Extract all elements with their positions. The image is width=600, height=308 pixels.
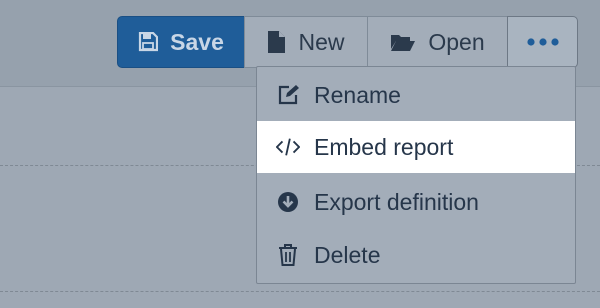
download-circle-icon bbox=[276, 191, 300, 213]
trash-icon bbox=[276, 244, 300, 266]
new-button[interactable]: New bbox=[244, 16, 368, 68]
more-options-menu: Rename Embed report Export definition De… bbox=[256, 66, 576, 284]
menu-item-label: Embed report bbox=[314, 133, 454, 160]
menu-item-delete[interactable]: Delete bbox=[257, 229, 575, 281]
ellipsis-icon bbox=[526, 38, 559, 46]
save-icon bbox=[138, 32, 159, 52]
save-button[interactable]: Save bbox=[117, 16, 245, 68]
more-options-button[interactable] bbox=[507, 16, 578, 68]
menu-item-label: Delete bbox=[314, 241, 381, 268]
new-file-icon bbox=[267, 30, 286, 54]
open-button[interactable]: Open bbox=[367, 16, 508, 68]
menu-item-embed-report[interactable]: Embed report bbox=[257, 121, 575, 173]
code-icon bbox=[276, 137, 300, 157]
menu-item-label: Rename bbox=[314, 81, 401, 108]
report-toolbar: Save New Open bbox=[117, 16, 578, 68]
drop-zone-border bbox=[0, 291, 600, 292]
menu-item-label: Export definition bbox=[314, 188, 479, 215]
folder-open-icon bbox=[390, 32, 416, 52]
menu-item-export-definition[interactable]: Export definition bbox=[257, 176, 575, 228]
new-label: New bbox=[298, 28, 345, 55]
open-label: Open bbox=[428, 28, 485, 55]
edit-icon bbox=[276, 84, 300, 106]
menu-item-rename[interactable]: Rename bbox=[257, 69, 575, 121]
save-label: Save bbox=[170, 28, 224, 55]
